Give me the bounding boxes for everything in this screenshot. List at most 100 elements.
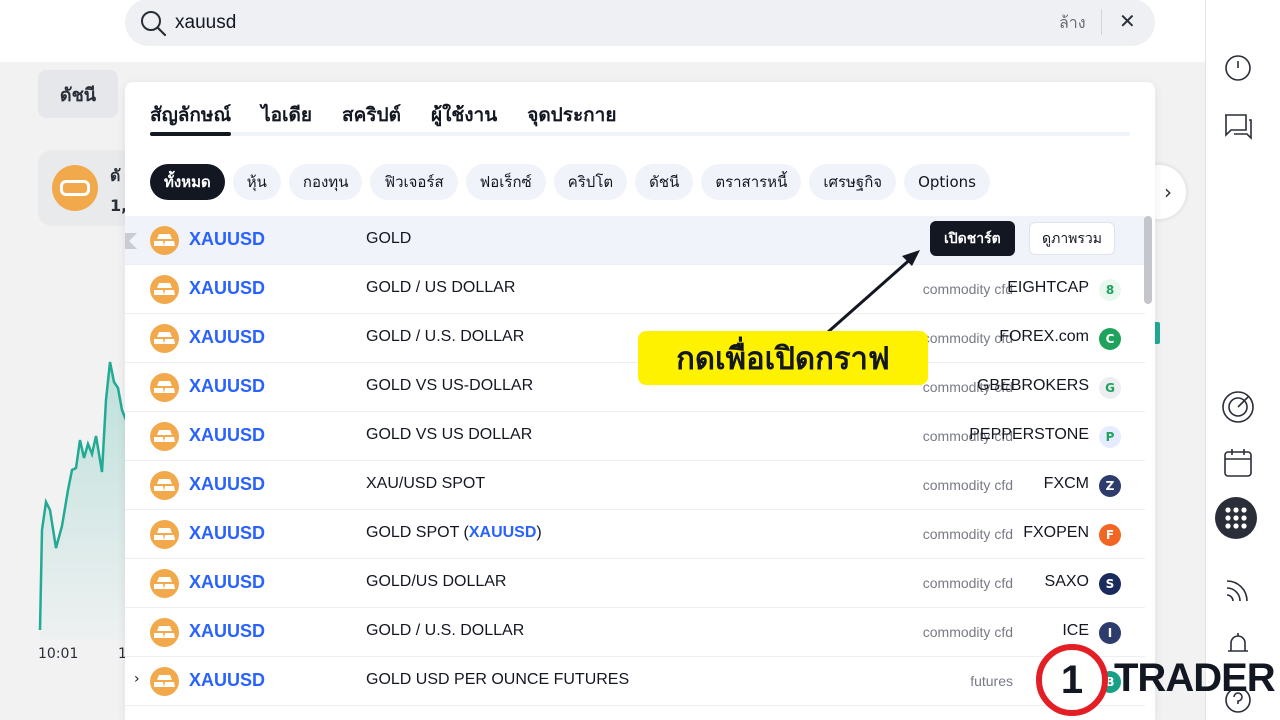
result-symbol: XAUUSD bbox=[189, 327, 266, 347]
result-description: GOLD VS US DOLLAR bbox=[366, 426, 533, 443]
result-row[interactable]: › XAUUSD GOLD USD PER OUNCE FUTURES futures… bbox=[125, 657, 1145, 706]
result-description: GOLD VS US-DOLLAR bbox=[366, 377, 534, 394]
search-tabs: สัญลักษณ์ ไอเดีย สคริปต์ ผู้ใช้งาน จุดประกาย bbox=[150, 98, 616, 138]
result-exchange: FXOPEN bbox=[1023, 524, 1089, 541]
result-description: GOLD / U.S. DOLLAR bbox=[366, 328, 525, 345]
result-type: commodity cfd bbox=[922, 477, 1013, 493]
result-row[interactable]: XAUUSD GOLD เปิดชาร์ต ดูภาพรวม bbox=[125, 216, 1145, 265]
calendar-icon[interactable] bbox=[1218, 443, 1258, 483]
scrollbar[interactable] bbox=[1144, 216, 1152, 304]
result-description: GOLD / U.S. DOLLAR bbox=[366, 622, 525, 639]
apps-grid-icon[interactable] bbox=[1215, 497, 1257, 539]
result-symbol: XAUUSD bbox=[189, 474, 266, 494]
filter-chip-9[interactable]: Options bbox=[904, 164, 990, 200]
result-row[interactable]: XAUUSD GOLD/US DOLLAR commodity cfd SAXO S bbox=[125, 559, 1145, 608]
filter-chip-0[interactable]: ทั้งหมด bbox=[150, 164, 225, 200]
exchange-logo-icon: F bbox=[1099, 524, 1121, 546]
result-symbol: XAUUSD bbox=[189, 425, 266, 445]
gold-logo-icon bbox=[150, 569, 179, 598]
filter-chip-label: ทั้งหมด bbox=[164, 173, 211, 191]
desc-prefix: GOLD SPOT ( bbox=[366, 524, 469, 541]
gold-logo-icon bbox=[150, 324, 179, 353]
tab-3[interactable]: ผู้ใช้งาน bbox=[431, 98, 497, 138]
result-exchange: EIGHTCAP bbox=[1007, 279, 1089, 296]
search-input[interactable] bbox=[175, 9, 875, 37]
filter-chip-6[interactable]: ดัชนี bbox=[635, 164, 694, 200]
result-row[interactable]: XAUUSD GOLD SPOT (XAUUSD) commodity cfd FXO… bbox=[125, 510, 1145, 559]
search-bar: ล้าง ✕ bbox=[125, 0, 1155, 46]
gold-logo-icon bbox=[150, 667, 179, 696]
result-row[interactable]: XAUUSD GOLD / U.S. DOLLAR commodity cfd ICE… bbox=[125, 608, 1145, 657]
filter-chips: ทั้งหมด หุ้น กองทุน ฟิวเจอร์ส ฟอเร็กซ์ คริปโต… bbox=[150, 164, 990, 200]
filter-chip-4[interactable]: ฟอเร็กซ์ bbox=[465, 164, 546, 200]
result-type: futures bbox=[970, 673, 1013, 689]
annotation-callout: กดเพื่อเปิดกราฟ bbox=[638, 331, 928, 385]
result-description: GOLD/US DOLLAR bbox=[366, 573, 507, 590]
gold-logo-icon bbox=[150, 618, 179, 647]
exchange-logo-icon: 8 bbox=[1099, 279, 1121, 301]
result-exchange: FOREX.com bbox=[999, 328, 1089, 345]
result-type: commodity cfd bbox=[922, 624, 1013, 640]
clock-icon[interactable] bbox=[1218, 48, 1258, 88]
result-type: commodity cfd bbox=[922, 575, 1013, 591]
gold-logo-icon bbox=[150, 226, 179, 255]
result-row[interactable]: XAUUSD GOLD / U.S. DOLLAR commodity cfd FOR… bbox=[125, 314, 1145, 363]
result-symbol: XAUUSD bbox=[189, 376, 266, 396]
result-row[interactable]: XAUUSD XAU/USD SPOT commodity cfd FXCM Z bbox=[125, 461, 1145, 510]
open-chart-button[interactable]: เปิดชาร์ต bbox=[930, 221, 1015, 256]
overview-button[interactable]: ดูภาพรวม bbox=[1029, 222, 1116, 255]
result-description: GOLD USD PER OUNCE FUTURES bbox=[366, 671, 630, 688]
tab-1[interactable]: ไอเดีย bbox=[261, 98, 312, 138]
result-symbol: XAUUSD bbox=[189, 278, 266, 298]
filter-chip-2[interactable]: กองทุน bbox=[288, 164, 363, 200]
gold-logo-icon bbox=[150, 422, 179, 451]
result-row[interactable]: XAUUSD GOLD / US DOLLAR commodity cfd EIGHT… bbox=[125, 265, 1145, 314]
exchange-logo-icon: G bbox=[1099, 377, 1121, 399]
gold-logo-icon bbox=[150, 275, 179, 304]
results-list: XAUUSD GOLD เปิดชาร์ต ดูภาพรวม XAUUSD GOLD / … bbox=[125, 216, 1145, 706]
filter-chip-label: หุ้น bbox=[246, 173, 267, 191]
filter-chip-7[interactable]: ตราสารหนี้ bbox=[701, 164, 802, 200]
target-icon[interactable] bbox=[1218, 387, 1258, 427]
flag-icon[interactable] bbox=[125, 233, 137, 249]
watermark-text: TRADER bbox=[1114, 656, 1276, 700]
result-row[interactable]: XAUUSD GOLD VS US DOLLAR commodity cfd PEPP… bbox=[125, 412, 1145, 461]
result-symbol: XAUUSD bbox=[189, 572, 266, 592]
result-symbol: XAUUSD bbox=[189, 523, 266, 543]
filter-chip-5[interactable]: คริปโต bbox=[553, 164, 628, 200]
tab-4[interactable]: จุดประกาย bbox=[527, 98, 616, 138]
exchange-logo-icon: I bbox=[1099, 622, 1121, 644]
watermark-logo: 1 TRADER bbox=[1034, 642, 1280, 720]
symbol-card-title: ดั bbox=[110, 166, 121, 185]
clear-button[interactable]: ล้าง bbox=[1059, 11, 1086, 36]
exchange-logo-icon: S bbox=[1099, 573, 1121, 595]
filter-chip-8[interactable]: เศรษฐกิจ bbox=[809, 164, 897, 200]
result-symbol: XAUUSD bbox=[189, 229, 266, 249]
filter-chip-label: ฟิวเจอร์ส bbox=[384, 173, 444, 191]
search-icon bbox=[141, 11, 167, 37]
result-exchange: GBEBROKERS bbox=[976, 377, 1089, 394]
chat-icon[interactable] bbox=[1218, 106, 1258, 146]
index-tab[interactable]: ดัชนี bbox=[38, 70, 118, 118]
filter-chip-3[interactable]: ฟิวเจอร์ส bbox=[370, 164, 458, 200]
result-description: GOLD SPOT (XAUUSD) bbox=[366, 524, 542, 542]
chevron-right-icon[interactable]: › bbox=[134, 671, 140, 687]
tab-0[interactable]: สัญลักษณ์ bbox=[150, 98, 232, 138]
result-row[interactable]: XAUUSD GOLD VS US-DOLLAR commodity cfd GBEB… bbox=[125, 363, 1145, 412]
filter-chip-label: Options bbox=[918, 173, 976, 191]
result-exchange: ICE bbox=[1062, 622, 1089, 639]
result-description: GOLD / US DOLLAR bbox=[366, 279, 516, 296]
filter-chip-label: คริปโต bbox=[567, 173, 614, 191]
gold-logo-icon bbox=[150, 520, 179, 549]
filter-chip-label: ฟอเร็กซ์ bbox=[479, 173, 532, 191]
tab-2[interactable]: สคริปต์ bbox=[342, 98, 401, 138]
mini-chart bbox=[38, 361, 128, 640]
rss-icon[interactable] bbox=[1218, 570, 1258, 610]
result-description: XAU/USD SPOT bbox=[366, 475, 486, 492]
result-symbol: XAUUSD bbox=[189, 670, 266, 690]
filter-chip-1[interactable]: หุ้น bbox=[232, 164, 281, 200]
search-results-panel: สัญลักษณ์ ไอเดีย สคริปต์ ผู้ใช้งาน จุดประกาย… bbox=[125, 82, 1155, 720]
close-icon[interactable]: ✕ bbox=[1119, 9, 1136, 33]
exchange-logo-icon: Z bbox=[1099, 475, 1121, 497]
annotation-arrow bbox=[827, 250, 920, 334]
